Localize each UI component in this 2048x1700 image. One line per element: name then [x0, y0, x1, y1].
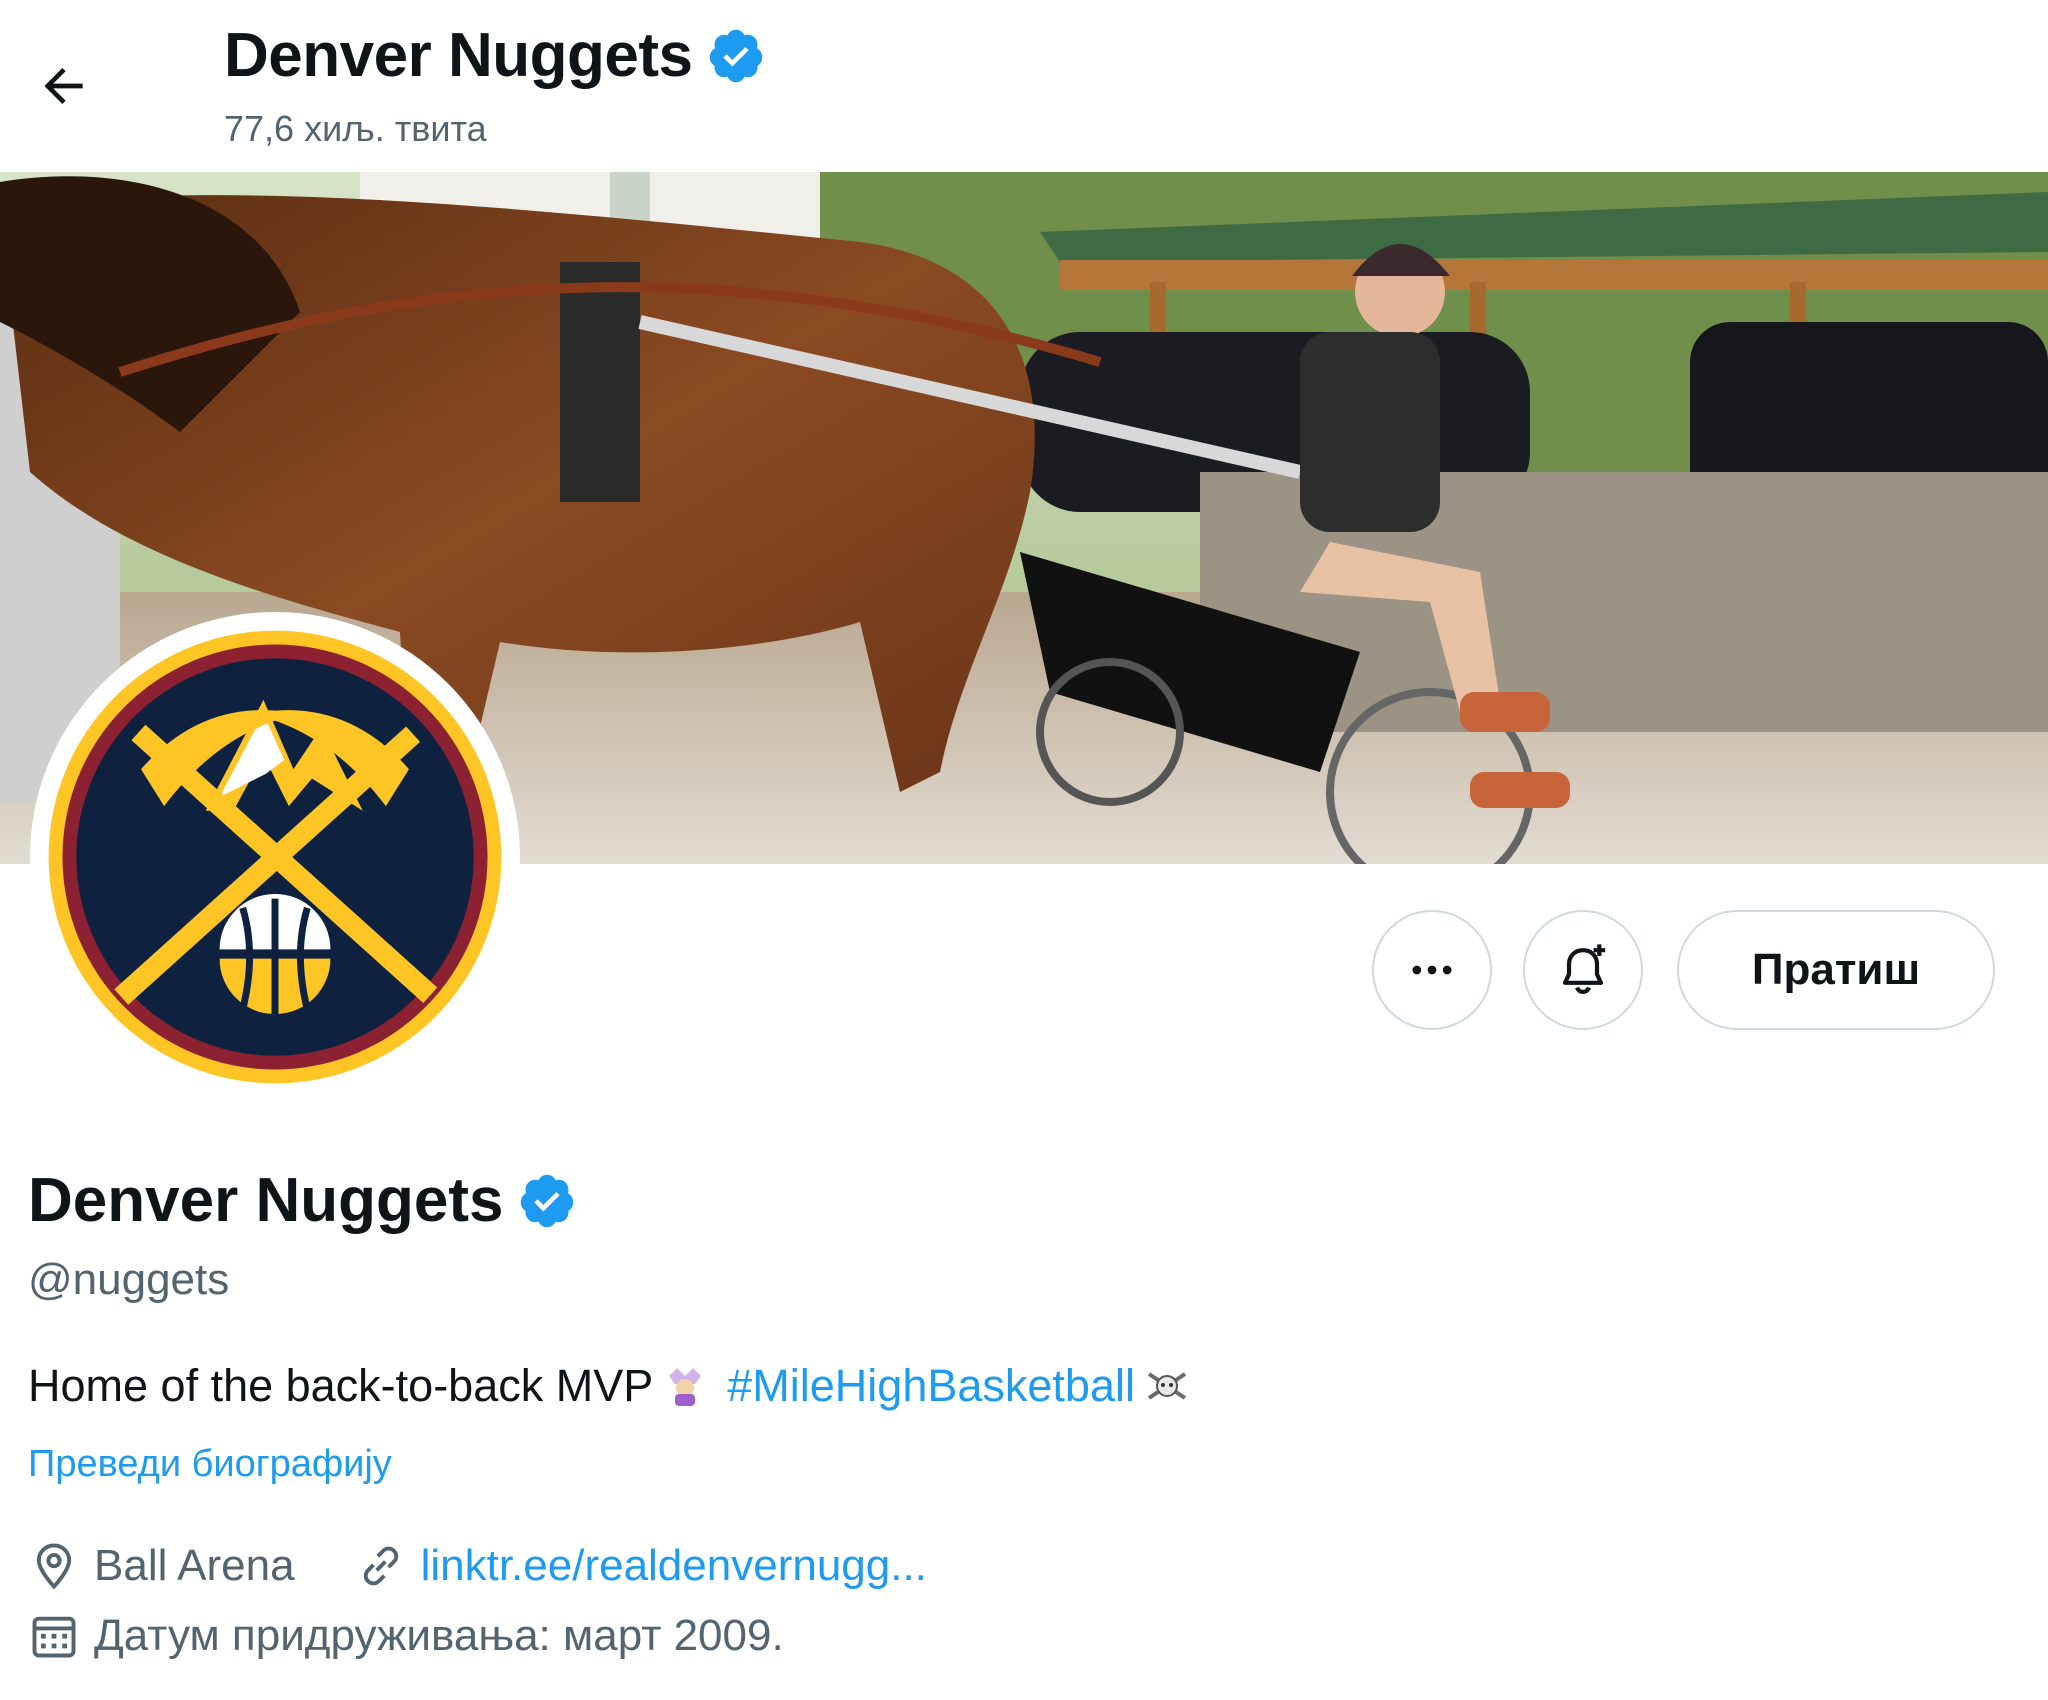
verified-badge-icon — [710, 29, 763, 82]
profile-handle: @nuggets — [28, 1255, 230, 1304]
pickaxe-skull-emoji-icon — [1147, 1372, 1187, 1400]
profile-display-name: Denver Nuggets — [28, 1166, 504, 1235]
tweet-count: 77,6 хиљ. твита — [224, 108, 487, 149]
arrow-left-icon — [44, 68, 83, 104]
location-item: Ball Arena — [28, 1540, 295, 1592]
notifications-button[interactable] — [1523, 910, 1643, 1030]
website-link[interactable]: linktr.ee/realdenvernugg... — [421, 1541, 927, 1591]
joined-text: Датум придруживања: март 2009. — [94, 1611, 784, 1660]
profile-meta-row: Ball Arena linktr.ee/realdenvernugg... — [28, 1540, 927, 1592]
bell-plus-icon — [1562, 944, 1606, 994]
location-text: Ball Arena — [94, 1541, 295, 1590]
back-button[interactable] — [28, 50, 100, 122]
bio-hashtag-link[interactable]: #MileHighBasketball — [727, 1360, 1135, 1412]
profile-header: Denver Nuggets 77,6 хиљ. твита — [0, 0, 2048, 172]
more-horizontal-icon — [1412, 965, 1452, 975]
header-name: Denver Nuggets — [224, 21, 693, 90]
verified-badge-icon — [521, 1174, 574, 1227]
bio-text: Home of the back-to-back MVP — [28, 1360, 654, 1411]
profile-name: Denver Nuggets — [28, 1165, 577, 1236]
more-button[interactable] — [1372, 910, 1492, 1030]
website-item: linktr.ee/realdenvernugg... — [355, 1540, 927, 1592]
nuggets-logo-icon — [48, 630, 502, 1084]
header-title: Denver Nuggets — [224, 20, 766, 91]
calendar-icon — [28, 1610, 80, 1662]
profile-bio: Home of the back-to-back MVP #MileHighBa… — [28, 1360, 1191, 1412]
joined-item: Датум придруживања: март 2009. — [28, 1610, 784, 1662]
link-icon — [355, 1540, 407, 1592]
following-button[interactable]: Пратиш — [1677, 910, 1995, 1030]
profile-avatar[interactable] — [30, 612, 520, 1102]
jester-emoji-icon — [669, 1368, 702, 1406]
location-pin-icon — [28, 1540, 80, 1592]
translate-bio-link[interactable]: Преведи биографију — [28, 1443, 392, 1486]
profile-meta-row: Датум придруживања: март 2009. — [28, 1610, 784, 1662]
